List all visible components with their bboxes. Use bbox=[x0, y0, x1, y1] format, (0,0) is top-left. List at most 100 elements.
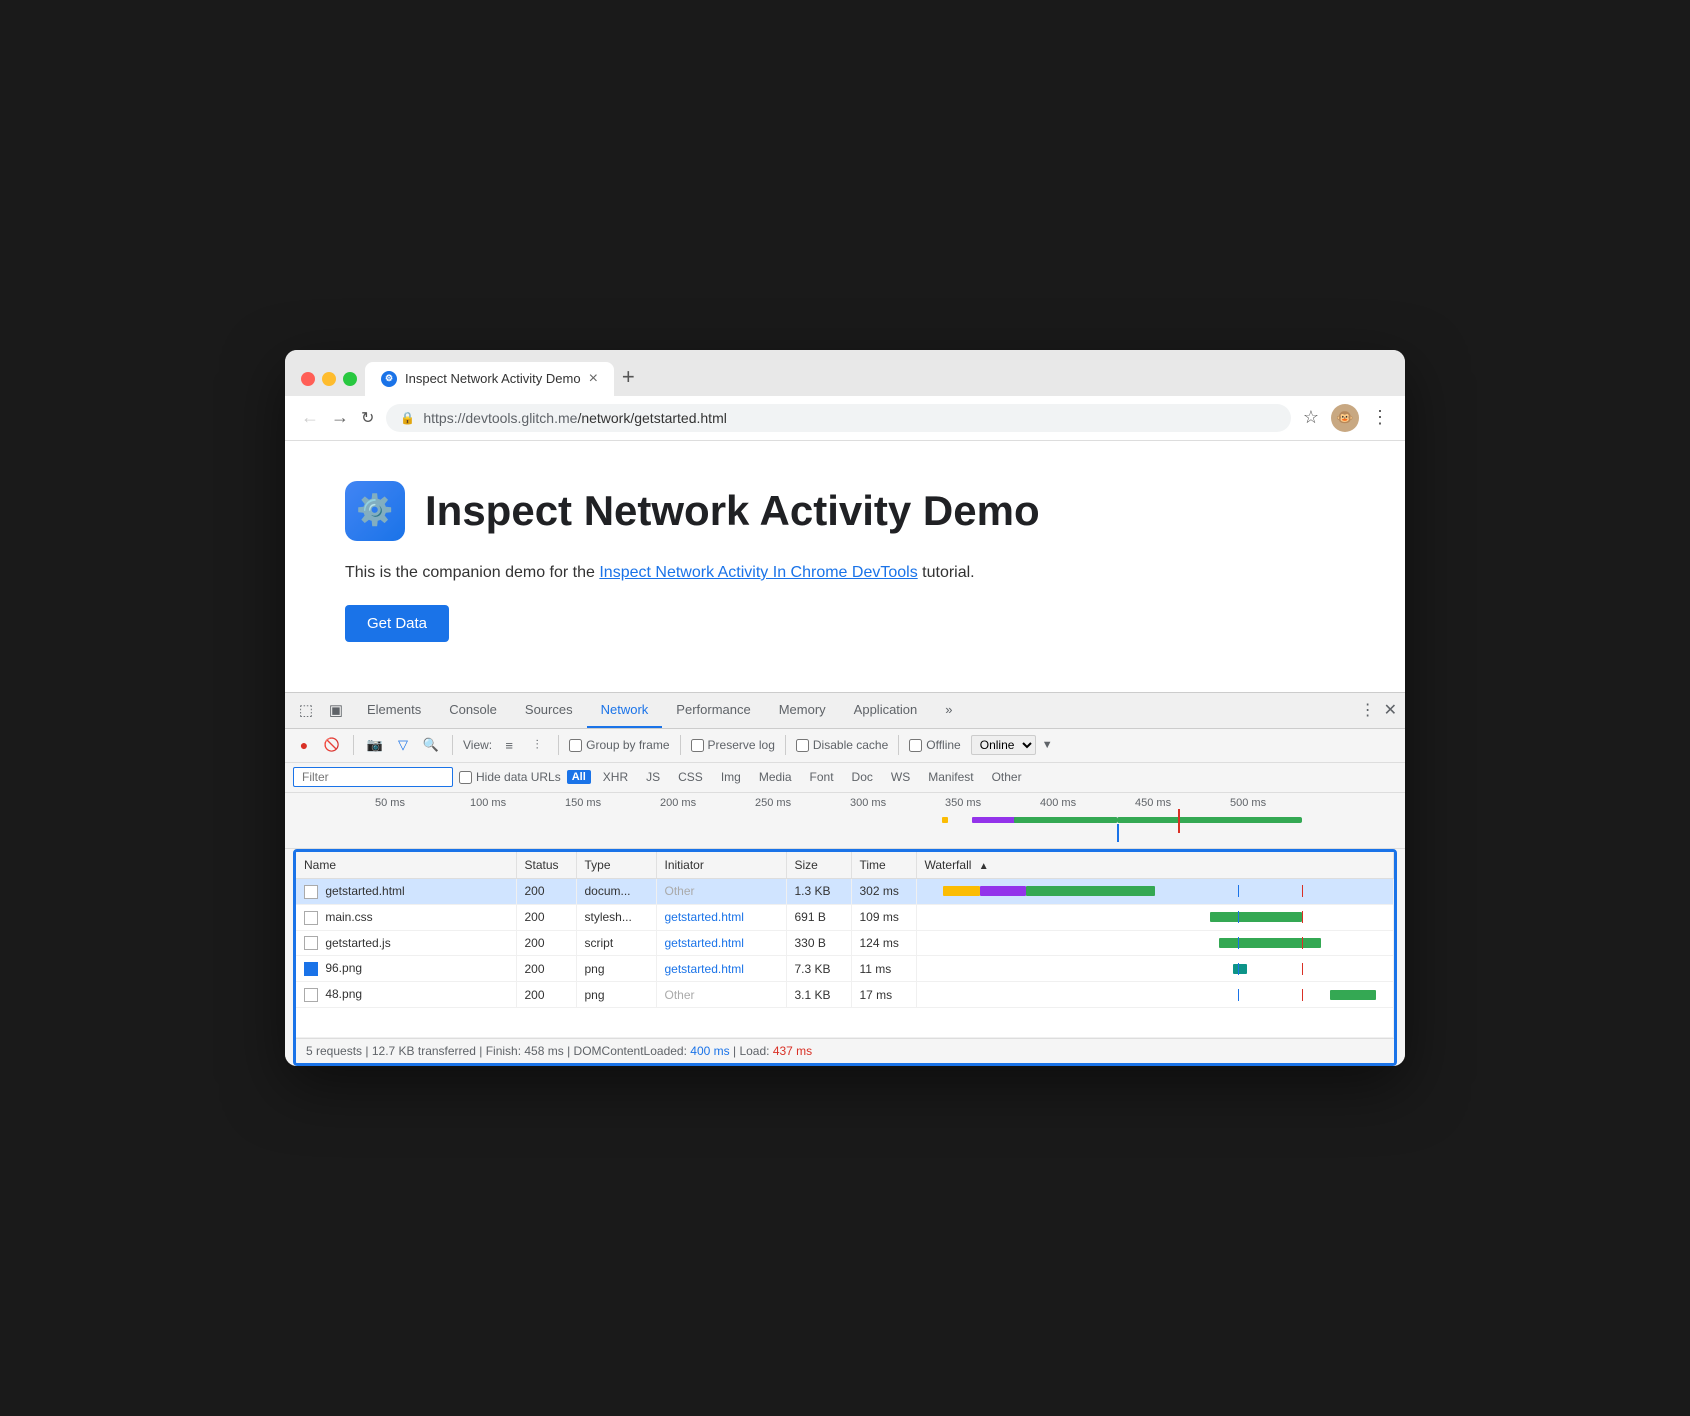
image-icon bbox=[304, 962, 318, 976]
col-waterfall[interactable]: Waterfall ▲ bbox=[916, 852, 1394, 879]
record-button[interactable]: ● bbox=[293, 734, 315, 756]
bookmark-button[interactable]: ☆ bbox=[1303, 407, 1319, 428]
close-dot[interactable] bbox=[301, 372, 315, 386]
tab-network[interactable]: Network bbox=[587, 692, 663, 728]
load-label: Load: bbox=[739, 1044, 772, 1058]
filter-type-css[interactable]: CSS bbox=[672, 770, 709, 784]
device-toolbar-icon[interactable]: ▣ bbox=[323, 697, 349, 723]
tab-close-button[interactable]: × bbox=[589, 370, 598, 388]
cell-time: 124 ms bbox=[851, 930, 916, 956]
filter-type-xhr[interactable]: XHR bbox=[597, 770, 634, 784]
timeline-label-350: 350 ms bbox=[945, 797, 1040, 809]
tab-memory[interactable]: Memory bbox=[765, 692, 840, 728]
view-waterfall-icon[interactable]: ⫶ bbox=[526, 734, 548, 756]
table-row[interactable]: getstarted.html 200 docum... Other 1.3 K… bbox=[296, 878, 1394, 904]
filter-type-js[interactable]: JS bbox=[640, 770, 666, 784]
tab-performance-label: Performance bbox=[676, 702, 750, 717]
minimize-dot[interactable] bbox=[322, 372, 336, 386]
url-domain: https://devtools.glitch.me bbox=[423, 410, 577, 426]
preserve-log-checkbox[interactable]: Preserve log bbox=[691, 738, 775, 752]
cell-name: getstarted.js bbox=[296, 930, 516, 956]
tab-sources[interactable]: Sources bbox=[511, 692, 587, 728]
toolbar-divider-3 bbox=[558, 735, 559, 755]
title-bar: ⚙ Inspect Network Activity Demo × + bbox=[285, 350, 1405, 396]
all-filter-badge[interactable]: All bbox=[567, 770, 591, 784]
timeline-label-150: 150 ms bbox=[565, 797, 660, 809]
cell-time: 302 ms bbox=[851, 878, 916, 904]
devtools-menu-icon[interactable]: ⋮ bbox=[1360, 700, 1376, 720]
toolbar-divider-5 bbox=[785, 735, 786, 755]
cell-waterfall bbox=[916, 878, 1394, 904]
filter-icon[interactable]: ▽ bbox=[392, 734, 414, 756]
cell-initiator: Other bbox=[656, 982, 786, 1008]
filter-input[interactable] bbox=[293, 767, 453, 787]
filter-type-doc[interactable]: Doc bbox=[846, 770, 879, 784]
browser-tab[interactable]: ⚙ Inspect Network Activity Demo × bbox=[365, 362, 614, 396]
clear-button[interactable]: 🚫 bbox=[321, 734, 343, 756]
tab-console-label: Console bbox=[449, 702, 497, 717]
col-initiator[interactable]: Initiator bbox=[656, 852, 786, 879]
profile-button[interactable]: 🐵 bbox=[1331, 404, 1359, 432]
devtools-panel: ⬚ ▣ Elements Console Sources Network Per… bbox=[285, 692, 1405, 1066]
col-name[interactable]: Name bbox=[296, 852, 516, 879]
filter-type-media[interactable]: Media bbox=[753, 770, 798, 784]
col-status[interactable]: Status bbox=[516, 852, 576, 879]
file-icon bbox=[304, 936, 318, 950]
table-row[interactable]: main.css 200 stylesh... getstarted.html … bbox=[296, 904, 1394, 930]
cell-type: stylesh... bbox=[576, 904, 656, 930]
col-type[interactable]: Type bbox=[576, 852, 656, 879]
maximize-dot[interactable] bbox=[343, 372, 357, 386]
refresh-button[interactable]: ↻ bbox=[361, 408, 374, 428]
tutorial-link[interactable]: Inspect Network Activity In Chrome DevTo… bbox=[599, 564, 917, 581]
select-element-icon[interactable]: ⬚ bbox=[293, 697, 319, 723]
filter-type-ws[interactable]: WS bbox=[885, 770, 916, 784]
col-time[interactable]: Time bbox=[851, 852, 916, 879]
hide-data-urls-checkbox[interactable]: Hide data URLs bbox=[459, 770, 561, 784]
col-size[interactable]: Size bbox=[786, 852, 851, 879]
more-options-button[interactable]: ⋮ bbox=[1371, 407, 1389, 428]
window-controls bbox=[301, 372, 357, 396]
group-by-frame-checkbox[interactable]: Group by frame bbox=[569, 738, 669, 752]
filter-type-manifest[interactable]: Manifest bbox=[922, 770, 979, 784]
browser-window: ⚙ Inspect Network Activity Demo × + ← → … bbox=[285, 350, 1405, 1066]
tab-application[interactable]: Application bbox=[840, 692, 932, 728]
requests-count: 5 requests bbox=[306, 1044, 362, 1058]
timeline-label-100: 100 ms bbox=[470, 797, 565, 809]
cell-size: 3.1 KB bbox=[786, 982, 851, 1008]
timeline-area: 50 ms 100 ms 150 ms 200 ms 250 ms 300 ms… bbox=[285, 793, 1405, 849]
cell-name: getstarted.html bbox=[296, 878, 516, 904]
table-row[interactable]: getstarted.js 200 script getstarted.html… bbox=[296, 930, 1394, 956]
throttle-dropdown-arrow[interactable]: ▼ bbox=[1042, 739, 1053, 751]
forward-button[interactable]: → bbox=[331, 407, 349, 428]
description-after: tutorial. bbox=[922, 564, 974, 581]
tab-more[interactable]: » bbox=[931, 692, 966, 728]
page-logo: ⚙️ bbox=[345, 481, 405, 541]
tab-elements[interactable]: Elements bbox=[353, 692, 435, 728]
cell-waterfall bbox=[916, 982, 1394, 1008]
network-highlight-box: Name Status Type Initiator Size Time Wat… bbox=[293, 849, 1397, 1066]
table-row[interactable]: 48.png 200 png Other 3.1 KB 17 ms bbox=[296, 982, 1394, 1008]
view-list-icon[interactable]: ≡ bbox=[498, 734, 520, 756]
cell-size: 7.3 KB bbox=[786, 956, 851, 982]
url-path: /network/getstarted.html bbox=[577, 410, 726, 426]
cell-initiator: getstarted.html bbox=[656, 904, 786, 930]
filter-bar: Hide data URLs All XHR JS CSS Img Media … bbox=[285, 763, 1405, 793]
url-bar[interactable]: 🔒 https://devtools.glitch.me/network/get… bbox=[386, 404, 1290, 432]
timeline-label-250: 250 ms bbox=[755, 797, 850, 809]
tab-console[interactable]: Console bbox=[435, 692, 511, 728]
new-tab-button[interactable]: + bbox=[622, 364, 635, 396]
tab-performance[interactable]: Performance bbox=[662, 692, 764, 728]
filter-type-img[interactable]: Img bbox=[715, 770, 747, 784]
filter-type-font[interactable]: Font bbox=[804, 770, 840, 784]
offline-checkbox[interactable]: Offline bbox=[909, 738, 960, 752]
search-button[interactable]: 🔍 bbox=[420, 734, 442, 756]
get-data-button[interactable]: Get Data bbox=[345, 605, 449, 642]
table-row[interactable]: 96.png 200 png getstarted.html 7.3 KB 11… bbox=[296, 956, 1394, 982]
camera-button[interactable]: 📷 bbox=[364, 734, 386, 756]
disable-cache-checkbox[interactable]: Disable cache bbox=[796, 738, 888, 752]
filter-type-other[interactable]: Other bbox=[986, 770, 1028, 784]
network-toolbar: ● 🚫 📷 ▽ 🔍 View: ≡ ⫶ Group by frame Prese… bbox=[285, 729, 1405, 763]
back-button[interactable]: ← bbox=[301, 407, 319, 428]
throttle-select[interactable]: Online bbox=[971, 735, 1036, 755]
devtools-close-icon[interactable]: ✕ bbox=[1384, 700, 1397, 720]
